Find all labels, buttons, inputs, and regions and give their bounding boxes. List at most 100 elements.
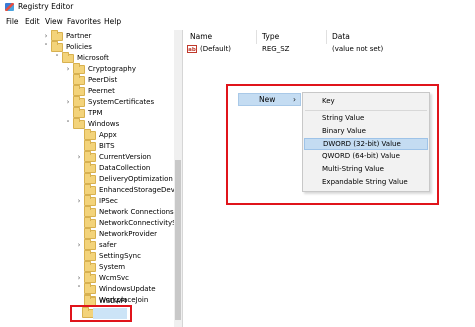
folder-icon	[51, 30, 63, 41]
scrollbar-thumb[interactable]	[175, 160, 181, 320]
folder-icon	[51, 41, 63, 52]
expand-chevron-icon[interactable]: ›	[75, 274, 83, 283]
expand-chevron-icon[interactable]: ˅	[42, 43, 50, 52]
submenu-item-string-value[interactable]: String Value	[304, 113, 428, 125]
tree-node[interactable]: › CurrentVersion	[75, 151, 182, 163]
tree-node[interactable]: BITS	[75, 140, 182, 152]
submenu-item-key[interactable]: Key	[304, 96, 428, 108]
submenu-item-dword-value[interactable]: DWORD (32-bit) Value	[304, 138, 428, 150]
folder-icon	[84, 228, 96, 239]
tree-node[interactable]: ˅ WindowsUpdate	[75, 283, 182, 295]
registry-tree[interactable]: › Partner ˅ Policies ˅ Microsoft › Cryptography…	[0, 30, 183, 327]
menu-favorites[interactable]: Favorites	[67, 17, 101, 26]
expand-chevron-icon[interactable]	[75, 142, 83, 151]
expand-chevron-icon[interactable]	[75, 219, 83, 228]
folder-icon	[73, 63, 85, 74]
folder-icon	[84, 129, 96, 140]
folder-icon	[84, 206, 96, 217]
expand-chevron-icon[interactable]	[75, 263, 83, 272]
expand-chevron-icon[interactable]: ˅	[53, 54, 61, 63]
folder-icon	[73, 74, 85, 85]
tree-node[interactable]: DeliveryOptimization	[75, 173, 182, 185]
folder-icon	[73, 85, 85, 96]
tree-node[interactable]: NetworkConnectivitySta	[75, 217, 183, 229]
expand-chevron-icon[interactable]	[75, 208, 83, 217]
folder-icon	[84, 140, 96, 151]
submenu-item-multi-string-value[interactable]: Multi-String Value	[304, 164, 428, 176]
tree-node-label: Network Connections	[99, 208, 174, 216]
submenu-item-expandable-string-value[interactable]: Expandable String Value	[304, 177, 428, 189]
expand-chevron-icon[interactable]	[75, 230, 83, 239]
folder-icon	[73, 96, 85, 107]
menu-edit[interactable]: Edit	[25, 17, 40, 26]
tree-node[interactable]: › safer	[75, 239, 182, 251]
tree-node[interactable]: System	[75, 261, 182, 273]
tree-node[interactable]: ˅ Windows	[64, 118, 182, 130]
value-name: (Default)	[200, 45, 232, 53]
tree-node-label: Microsoft	[77, 54, 109, 62]
tree-node-label: Peernet	[88, 87, 115, 95]
expand-chevron-icon[interactable]	[75, 164, 83, 173]
menu-file[interactable]: File	[6, 17, 19, 26]
column-header-name[interactable]: Name	[190, 32, 212, 44]
expand-chevron-icon[interactable]	[64, 87, 72, 96]
expand-chevron-icon[interactable]: ›	[42, 32, 50, 41]
tree-node-label: PeerDist	[88, 76, 118, 84]
tree-node[interactable]: DataCollection	[75, 162, 182, 174]
value-row[interactable]: ab (Default) REG_SZ (value not set)	[186, 44, 475, 55]
tree-node[interactable]: › SystemCertificates	[64, 96, 182, 108]
tree-node-label: System	[99, 263, 126, 271]
expand-chevron-icon[interactable]: ›	[64, 98, 72, 107]
tree-node[interactable]: NetworkProvider	[75, 228, 182, 240]
folder-icon	[84, 162, 96, 173]
tree-node[interactable]: SettingSync	[75, 250, 182, 262]
tree-node[interactable]: PeerDist	[64, 74, 182, 86]
value-type: REG_SZ	[262, 45, 290, 53]
tree-node-label: NetworkConnectivitySta	[99, 219, 183, 227]
expand-chevron-icon[interactable]: ›	[64, 65, 72, 74]
tree-node[interactable]: › Cryptography	[64, 63, 182, 75]
tree-node-label: DataCollection	[99, 164, 151, 172]
expand-chevron-icon[interactable]	[64, 109, 72, 118]
menu-view[interactable]: View	[45, 17, 63, 26]
context-menu-new[interactable]: New ›	[238, 93, 301, 106]
new-label: New	[259, 95, 276, 104]
column-divider[interactable]	[326, 30, 327, 44]
folder-icon	[84, 173, 96, 184]
tree-node[interactable]: TPM	[64, 107, 182, 119]
expand-chevron-icon[interactable]	[75, 252, 83, 261]
folder-icon	[84, 272, 96, 283]
folder-icon	[62, 52, 74, 63]
expand-chevron-icon[interactable]: ˅	[64, 120, 72, 129]
menu-help[interactable]: Help	[104, 17, 121, 26]
expand-chevron-icon[interactable]	[75, 175, 83, 184]
expand-chevron-icon[interactable]	[75, 186, 83, 195]
column-header-type[interactable]: Type	[262, 32, 279, 44]
tree-node-label: Cryptography	[88, 65, 137, 73]
tree-node[interactable]: Peernet	[64, 85, 182, 97]
folder-icon	[84, 239, 96, 250]
tree-node[interactable]: Appx	[75, 129, 182, 141]
title-bar: Registry Editor	[0, 0, 475, 14]
expand-chevron-icon[interactable]	[75, 131, 83, 140]
string-value-icon: ab	[187, 45, 197, 53]
registry-editor-app-icon	[5, 3, 14, 11]
tree-node[interactable]: EnhancedStorageDevice	[75, 184, 182, 196]
tree-node[interactable]: › Partner	[42, 30, 182, 42]
expand-chevron-icon[interactable]: ›	[75, 241, 83, 250]
expand-chevron-icon[interactable]: ˅	[75, 285, 83, 294]
submenu-item-binary-value[interactable]: Binary Value	[304, 126, 428, 138]
expand-chevron-icon[interactable]	[64, 76, 72, 85]
tree-node[interactable]: › IPSec	[75, 195, 182, 207]
menu-bar: File Edit View Favorites Help	[0, 16, 475, 28]
au-annotation-box	[70, 305, 132, 322]
tree-scrollbar[interactable]	[174, 30, 182, 327]
tree-node[interactable]: › WcmSvc	[75, 272, 182, 284]
column-header-data[interactable]: Data	[332, 32, 350, 44]
expand-chevron-icon[interactable]: ›	[75, 197, 83, 206]
expand-chevron-icon[interactable]: ›	[75, 153, 83, 162]
submenu-item-qword-value[interactable]: QWORD (64-bit) Value	[304, 151, 428, 163]
tree-node[interactable]: Network Connections	[75, 206, 182, 218]
tree-node-label: safer	[99, 241, 117, 249]
column-divider[interactable]	[256, 30, 257, 44]
